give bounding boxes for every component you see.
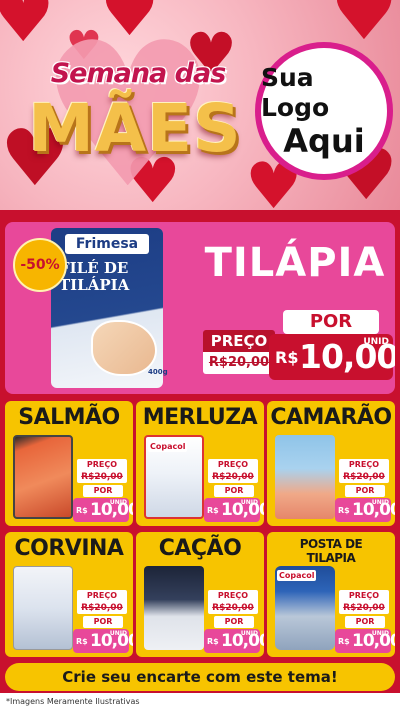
new-price-label: POR [345, 616, 385, 628]
old-price-value: R$20,00 [339, 471, 389, 483]
unit-label: UNID [371, 499, 389, 506]
discount-badge: -50% [13, 238, 67, 292]
new-price-box: R$ 10,00 UNID [335, 498, 395, 522]
currency-symbol: R$ [76, 637, 88, 646]
product-card-salmao[interactable]: SALMÃO PREÇO R$20,00 POR R$ 10,00 UNID [5, 401, 133, 526]
new-price-box: R$ 10,00 UNID [73, 498, 133, 522]
unit-label: UNID [240, 630, 258, 637]
product-card-camarao[interactable]: CAMARÃO PREÇO R$20,00 POR R$ 10,00 UNID [267, 401, 395, 526]
old-price-label: PREÇO [339, 590, 389, 602]
product-name: MERLUZA [142, 405, 258, 430]
old-price-value: R$20,00 [208, 602, 258, 614]
unit-label: UNID [371, 630, 389, 637]
product-name: SALMÃO [18, 405, 120, 430]
new-price-label: POR [283, 310, 379, 334]
currency-symbol: R$ [275, 348, 299, 367]
old-price-value: R$20,00 [208, 471, 258, 483]
hero-package-name: FILÉ DE TILÁPIA [59, 259, 130, 294]
old-price-label: PREÇO [77, 459, 127, 471]
shrimp-pack-icon [275, 435, 335, 519]
product-name: CAÇÃO [158, 536, 242, 561]
hero-package-weight: 400g [148, 368, 168, 376]
currency-symbol: R$ [207, 506, 219, 515]
currency-symbol: R$ [76, 506, 88, 515]
title-line1: Semana das [50, 58, 227, 89]
hero-product-image: Frimesa FILÉ DE TILÁPIA 400g [51, 228, 168, 388]
unit-label: UNID [363, 337, 389, 347]
cta-banner[interactable]: Crie seu encarte com este tema! [5, 663, 395, 691]
new-price-box: R$ 10,00 UNID [204, 629, 264, 653]
package-brand: Copacol [277, 570, 317, 581]
old-price-value: R$20,00 [77, 602, 127, 614]
header-banner: ♥ ♥ ♥ ♥ ♥ ♥ ♥ ♥ ♥ ♥ Semana das MÃES Sua … [0, 0, 400, 210]
product-card-corvina[interactable]: CORVINA PREÇO R$20,00 POR R$ 10,00 UNID [5, 532, 133, 657]
currency-symbol: R$ [207, 637, 219, 646]
new-price-box: R$ 10,00 UNID [73, 629, 133, 653]
old-price-label: PREÇO [208, 459, 258, 471]
hero-new-price: R$ 10,00 UNID [269, 334, 395, 380]
logo-text-line1: Sua Logo [261, 63, 330, 122]
old-price-label: PREÇO [77, 590, 127, 602]
hero-product-title: TILÁPIA [204, 240, 386, 286]
new-price-box: R$ 10,00 UNID [335, 629, 395, 653]
product-name: CAMARÃO [270, 405, 392, 430]
old-price-label: PREÇO [339, 459, 389, 471]
whole-fish-pack-icon [13, 566, 73, 650]
fish-steak-pack-icon [144, 566, 204, 650]
fish-steak-pack-icon: Copacol [275, 566, 335, 650]
frozen-fish-pack-icon: Copacol [144, 435, 204, 519]
logo-placeholder[interactable]: Sua Logo Aqui [255, 42, 393, 180]
old-price-value: R$20,00 [203, 352, 275, 374]
new-price-label: POR [83, 616, 123, 628]
unit-label: UNID [109, 499, 127, 506]
old-price-label: PREÇO [208, 590, 258, 602]
new-price-label: POR [214, 616, 254, 628]
unit-label: UNID [240, 499, 258, 506]
product-card-merluza[interactable]: MERLUZA Copacol PREÇO R$20,00 POR R$ 10,… [136, 401, 264, 526]
old-price-value: R$20,00 [339, 602, 389, 614]
hero-brand-label: Frimesa [65, 234, 149, 254]
new-price-label: POR [83, 485, 123, 497]
salmon-fillet-icon [13, 435, 73, 519]
product-card-cacao[interactable]: CAÇÃO PREÇO R$20,00 POR R$ 10,00 UNID [136, 532, 264, 657]
disclaimer-text: *Imagens Meramente Ilustrativas [0, 693, 400, 711]
logo-text-line2: Aqui [283, 122, 365, 160]
currency-symbol: R$ [338, 506, 350, 515]
new-price-label: POR [214, 485, 254, 497]
product-card-posta-tilapia[interactable]: POSTA DE TILAPIA Copacol PREÇO R$20,00 P… [267, 532, 395, 657]
new-price-box: R$ 10,00 UNID [204, 498, 264, 522]
hero-old-price: PREÇO R$20,00 [203, 330, 275, 376]
hero-offer[interactable]: -50% Frimesa FILÉ DE TILÁPIA 400g TILÁPI… [5, 222, 395, 394]
old-price-label: PREÇO [203, 330, 275, 352]
currency-symbol: R$ [338, 637, 350, 646]
title-line2: MÃES [28, 90, 242, 167]
old-price-value: R$20,00 [77, 471, 127, 483]
product-name: CORVINA [14, 536, 124, 561]
product-name: POSTA DE TILAPIA [299, 537, 363, 565]
package-brand: Copacol [148, 441, 188, 452]
unit-label: UNID [109, 630, 127, 637]
new-price-label: POR [345, 485, 385, 497]
